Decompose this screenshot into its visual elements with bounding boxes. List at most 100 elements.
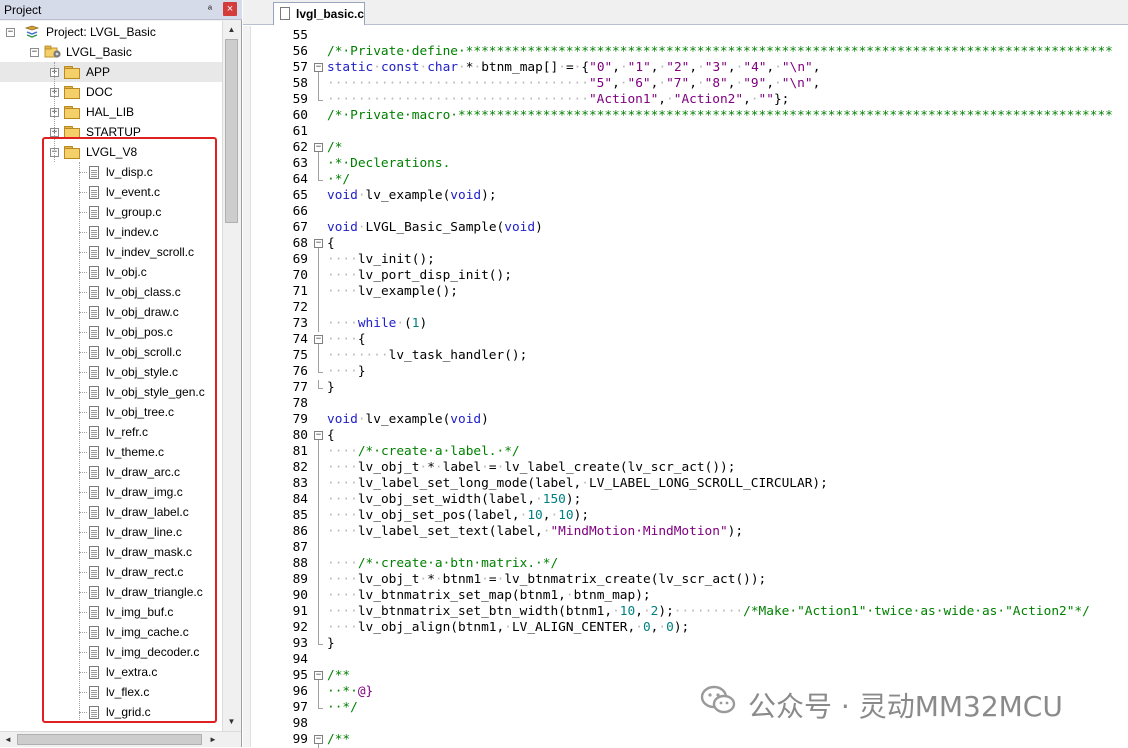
code-line[interactable]: 62−/* [251, 140, 1128, 156]
code-line[interactable]: 63 ·*·Declerations. [251, 156, 1128, 172]
file-item[interactable]: lv_indev_scroll.c [0, 242, 222, 262]
fold-toggle-icon[interactable]: − [314, 335, 323, 344]
file-item[interactable]: lv_img_cache.c [0, 622, 222, 642]
code-line[interactable]: 94 [251, 652, 1128, 668]
code-line[interactable]: 67 void·LVGL_Basic_Sample(void) [251, 220, 1128, 236]
project-item[interactable]: − Project: LVGL_Basic [0, 22, 222, 42]
code-line[interactable]: 89 ····lv_obj_t·*·btnm1·=·lv_btnmatrix_cr… [251, 572, 1128, 588]
code-line[interactable]: 71 ····lv_example(); [251, 284, 1128, 300]
file-item[interactable]: lv_obj_tree.c [0, 402, 222, 422]
file-item[interactable]: lv_event.c [0, 182, 222, 202]
file-item[interactable]: lv_obj_style.c [0, 362, 222, 382]
fold-toggle-icon[interactable]: − [314, 431, 323, 440]
fold-toggle-icon[interactable]: − [314, 143, 323, 152]
code-line[interactable]: 77} [251, 380, 1128, 396]
code-line[interactable]: 90 ····lv_btnmatrix_set_map(btnm1,·btnm_m… [251, 588, 1128, 604]
file-item[interactable]: lv_flex.c [0, 682, 222, 702]
file-item[interactable]: lv_draw_rect.c [0, 562, 222, 582]
file-item[interactable]: lv_obj_scroll.c [0, 342, 222, 362]
fold-toggle-icon[interactable]: − [314, 671, 323, 680]
code-line[interactable]: 98 [251, 716, 1128, 732]
folder-item[interactable]: + HAL_LIB [0, 102, 222, 122]
code-line[interactable]: 96 ··*·@} [251, 684, 1128, 700]
code-line[interactable]: 68−{ [251, 236, 1128, 252]
code-line[interactable]: 93} [251, 636, 1128, 652]
pin-icon[interactable]: ª [203, 3, 217, 17]
code-line[interactable]: 86 ····lv_label_set_text(label,·"MindMoti… [251, 524, 1128, 540]
code-line[interactable]: 95−/** [251, 668, 1128, 684]
file-item[interactable]: lv_theme.c [0, 442, 222, 462]
file-item[interactable]: lv_draw_label.c [0, 502, 222, 522]
code-line[interactable]: 74− ····{ [251, 332, 1128, 348]
target-item[interactable]: − LVGL_Basic [0, 42, 222, 62]
code-line[interactable]: 58 ··································"5",… [251, 76, 1128, 92]
code-line[interactable]: 97 ··*/ [251, 700, 1128, 716]
tab-lvgl-basic-c[interactable]: lvgl_basic.c [273, 2, 365, 25]
code-line[interactable]: 79 void·lv_example(void) [251, 412, 1128, 428]
scroll-down-icon[interactable]: ▼ [223, 713, 240, 730]
file-item[interactable]: lv_group.c [0, 202, 222, 222]
file-item[interactable]: lv_draw_arc.c [0, 462, 222, 482]
fold-toggle-icon[interactable]: − [314, 239, 323, 248]
close-button[interactable]: × [223, 2, 237, 16]
code-line[interactable]: 99−/** [251, 732, 1128, 748]
code-line[interactable]: 64 ·*/ [251, 172, 1128, 188]
code-line[interactable]: 55 [251, 28, 1128, 44]
project-horizontal-scrollbar[interactable]: ◄ ► [0, 731, 241, 747]
collapse-icon[interactable]: − [30, 48, 39, 57]
fold-toggle-icon[interactable]: − [314, 63, 323, 72]
file-item[interactable]: lv_draw_triangle.c [0, 582, 222, 602]
code-line[interactable]: 73 ····while·(1) [251, 316, 1128, 332]
code-line[interactable]: 80−{ [251, 428, 1128, 444]
fold-toggle-icon[interactable]: − [314, 735, 323, 744]
scroll-left-icon[interactable]: ◄ [0, 732, 16, 747]
file-item[interactable]: lv_obj_class.c [0, 282, 222, 302]
file-item[interactable]: lv_obj_draw.c [0, 302, 222, 322]
code-line[interactable]: 69 ····lv_init(); [251, 252, 1128, 268]
folder-item[interactable]: − LVGL_V8 [0, 142, 222, 162]
vertical-scroll-thumb[interactable] [225, 39, 238, 223]
code-line[interactable]: 91 ····lv_btnmatrix_set_btn_width(btnm1,·… [251, 604, 1128, 620]
code-line[interactable]: 70 ····lv_port_disp_init(); [251, 268, 1128, 284]
horizontal-scroll-thumb[interactable] [17, 734, 202, 745]
folder-item[interactable]: + APP [0, 62, 222, 82]
file-item[interactable]: lv_draw_mask.c [0, 542, 222, 562]
code-line[interactable]: 59 ··································"Act… [251, 92, 1128, 108]
code-line[interactable]: 66 [251, 204, 1128, 220]
code-line[interactable]: 88 ····/*·create·a·btn·matrix.·*/ [251, 556, 1128, 572]
code-line[interactable]: 84 ····lv_obj_set_width(label,·150); [251, 492, 1128, 508]
code-line[interactable]: 92 ····lv_obj_align(btnm1,·LV_ALIGN_CENTE… [251, 620, 1128, 636]
file-item[interactable]: lv_refr.c [0, 422, 222, 442]
code-line[interactable]: 83 ····lv_label_set_long_mode(label,·LV_L… [251, 476, 1128, 492]
code-line[interactable]: 65 void·lv_example(void); [251, 188, 1128, 204]
file-item[interactable]: lv_draw_line.c [0, 522, 222, 542]
file-item[interactable]: lv_img_buf.c [0, 602, 222, 622]
file-item[interactable]: lv_obj_style_gen.c [0, 382, 222, 402]
scroll-up-icon[interactable]: ▲ [223, 21, 240, 38]
file-item[interactable]: lv_indev.c [0, 222, 222, 242]
code-line[interactable]: 60 /*·Private·macro·*********************… [251, 108, 1128, 124]
code-line[interactable]: 85 ····lv_obj_set_pos(label,·10,·10); [251, 508, 1128, 524]
collapse-icon[interactable]: − [6, 28, 15, 37]
file-item[interactable]: lv_draw_img.c [0, 482, 222, 502]
code-area[interactable]: 55 56 /*·Private·define·******************… [251, 26, 1128, 748]
file-item[interactable]: lv_grid.c [0, 702, 222, 722]
code-line[interactable]: 81 ····/*·create·a·label.·*/ [251, 444, 1128, 460]
code-line[interactable]: 78 [251, 396, 1128, 412]
project-vertical-scrollbar[interactable]: ▲ ▼ [222, 21, 240, 731]
code-editor[interactable]: 55 56 /*·Private·define·******************… [243, 26, 1128, 748]
code-line[interactable]: 72 [251, 300, 1128, 316]
file-item[interactable]: lv_extra.c [0, 662, 222, 682]
file-item[interactable]: lv_obj_pos.c [0, 322, 222, 342]
file-item[interactable]: lv_img_decoder.c [0, 642, 222, 662]
code-line[interactable]: 61 [251, 124, 1128, 140]
scroll-right-icon[interactable]: ► [205, 732, 221, 747]
code-line[interactable]: 76 ····} [251, 364, 1128, 380]
code-line[interactable]: 87 [251, 540, 1128, 556]
code-line[interactable]: 82 ····lv_obj_t·*·label·=·lv_label_create… [251, 460, 1128, 476]
file-item[interactable]: lv_disp.c [0, 162, 222, 182]
code-line[interactable]: 57− static·const·char·*·btnm_map[]·=·{"0"… [251, 60, 1128, 76]
file-item[interactable]: lv_obj.c [0, 262, 222, 282]
folder-item[interactable]: + DOC [0, 82, 222, 102]
code-line[interactable]: 75 ········lv_task_handler(); [251, 348, 1128, 364]
